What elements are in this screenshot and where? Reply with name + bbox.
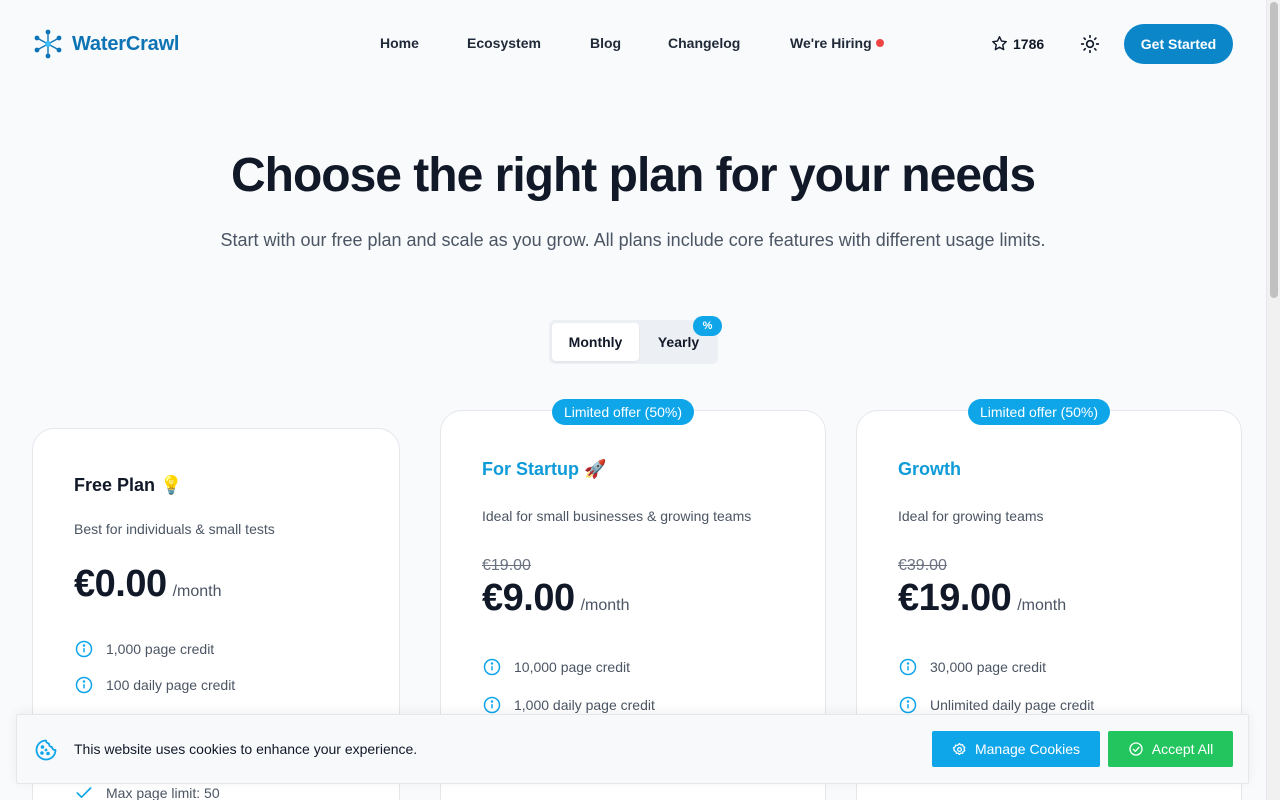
- theme-toggle-button[interactable]: [1080, 34, 1100, 54]
- plan-price-unit: /month: [172, 583, 222, 600]
- limited-offer-badge: Limited offer (50%): [968, 399, 1111, 425]
- plan-feature-text: 100 daily page credit: [106, 677, 236, 693]
- manage-cookies-button[interactable]: Manage Cookies: [932, 731, 1100, 767]
- page-title: Choose the right plan for your needs: [230, 149, 1036, 202]
- plan-description: Ideal for small businesses & growing tea…: [482, 508, 752, 524]
- plan-title-text: Free Plan: [74, 475, 156, 495]
- rocket-icon: 🚀: [584, 459, 607, 479]
- get-started-button[interactable]: Get Started: [1124, 24, 1233, 64]
- nav-link-ecosystem[interactable]: Ecosystem: [467, 35, 541, 51]
- plan-feature: Unlimited daily page credit: [898, 695, 1094, 715]
- page-scrollbar[interactable]: [1266, 0, 1280, 800]
- gear-icon: [952, 742, 966, 755]
- plan-title-text: Growth: [898, 459, 961, 479]
- yearly-discount-badge: %: [693, 316, 722, 336]
- cookie-message: This website uses cookies to enhance you…: [74, 741, 418, 757]
- info-icon: [899, 696, 917, 714]
- scrollbar-thumb[interactable]: [1270, 2, 1278, 298]
- info-icon: [75, 676, 93, 694]
- check-circle-icon: [1129, 742, 1143, 756]
- info-icon: [483, 658, 501, 676]
- plan-feature: 1,000 daily page credit: [482, 695, 655, 715]
- plan-title: Free Plan 💡: [74, 475, 182, 496]
- brand-name: WaterCrawl: [72, 32, 180, 55]
- site-header: WaterCrawl Home Ecosystem Blog Changelog…: [0, 0, 1266, 88]
- nav-link-home[interactable]: Home: [380, 35, 419, 51]
- manage-cookies-label: Manage Cookies: [974, 741, 1081, 757]
- nav-link-hiring[interactable]: We're Hiring: [790, 35, 884, 51]
- plan-price-unit: /month: [580, 597, 630, 614]
- plan-description: Ideal for growing teams: [898, 508, 1044, 524]
- plan-title: Growth: [898, 459, 961, 480]
- info-icon: [75, 640, 93, 658]
- plan-feature-text: 10,000 page credit: [514, 659, 630, 675]
- plan-feature: 10,000 page credit: [482, 657, 630, 677]
- plan-feature-text: 1,000 daily page credit: [514, 697, 655, 713]
- plan-feature-text: 1,000 page credit: [106, 641, 215, 657]
- network-hexagon-icon: [34, 29, 62, 59]
- plan-price: €0.00/month: [74, 563, 222, 606]
- nav-link-blog[interactable]: Blog: [590, 35, 621, 51]
- github-stars-count: 1786: [1013, 35, 1045, 52]
- plan-description: Best for individuals & small tests: [74, 521, 275, 537]
- plan-feature: 1,000 page credit: [74, 639, 214, 659]
- accept-all-cookies-button[interactable]: Accept All: [1108, 731, 1233, 767]
- star-icon: [992, 36, 1007, 51]
- cookie-banner: This website uses cookies to enhance you…: [16, 714, 1249, 784]
- nav-link-hiring-label: We're Hiring: [790, 35, 872, 51]
- plan-old-price: €19.00: [482, 557, 531, 574]
- plan-price-value: €0.00: [74, 563, 167, 605]
- cookie-icon: [35, 739, 57, 761]
- billing-monthly-tab[interactable]: Monthly: [552, 323, 639, 361]
- plan-price-unit: /month: [1017, 597, 1067, 614]
- plan-feature: 100 daily page credit: [74, 675, 235, 695]
- check-icon: [76, 787, 92, 798]
- brand-logo[interactable]: WaterCrawl: [32, 28, 179, 60]
- github-stars-link[interactable]: 1786: [991, 35, 1044, 52]
- plan-title: For Startup 🚀: [482, 459, 606, 480]
- plan-feature-text: 30,000 page credit: [930, 659, 1046, 675]
- hiring-indicator-dot: [875, 39, 884, 48]
- plan-old-price: €39.00: [898, 557, 947, 574]
- plan-feature: 30,000 page credit: [898, 657, 1046, 677]
- accept-all-label: Accept All: [1151, 741, 1214, 757]
- lightbulb-icon: 💡: [160, 475, 183, 495]
- plan-price: €9.00/month: [482, 577, 630, 620]
- plan-title-text: For Startup: [482, 459, 579, 479]
- page-subtitle: Start with our free plan and scale as yo…: [220, 230, 1046, 250]
- nav-link-changelog[interactable]: Changelog: [668, 35, 740, 51]
- plan-price: €19.00/month: [898, 577, 1066, 620]
- sun-icon: [1080, 34, 1100, 54]
- plan-price-value: €19.00: [898, 577, 1012, 619]
- plan-feature-text: Max page limit: 50: [106, 785, 220, 800]
- plan-feature: Max page limit: 50: [74, 783, 220, 800]
- plan-feature-text: Unlimited daily page credit: [930, 697, 1095, 713]
- limited-offer-badge: Limited offer (50%): [552, 399, 695, 425]
- info-icon: [899, 658, 917, 676]
- plan-price-value: €9.00: [482, 577, 575, 619]
- info-icon: [483, 696, 501, 714]
